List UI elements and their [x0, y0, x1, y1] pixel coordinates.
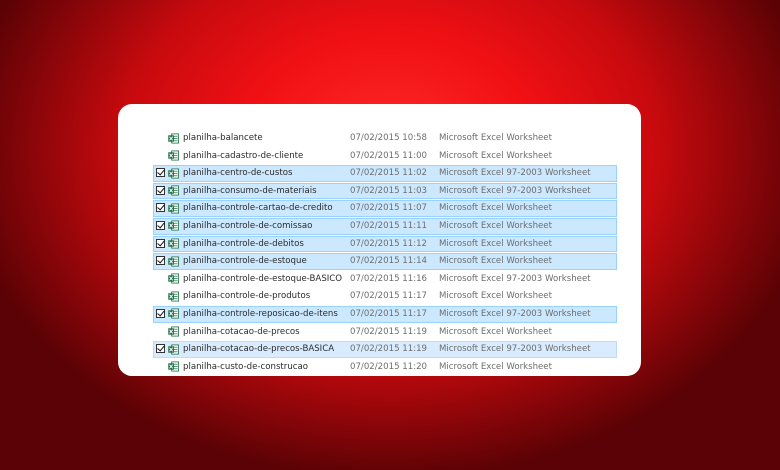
row-checkbox[interactable] — [156, 168, 165, 178]
file-row[interactable]: planilha-controle-de-debitos 07/02/2015 1… — [153, 235, 617, 253]
file-type: Microsoft Excel 97-2003 Worksheet — [439, 308, 591, 319]
file-date-modified: 07/02/2015 11:19 — [350, 344, 428, 355]
file-row[interactable]: planilha-controle-de-comissao 07/02/2015 … — [153, 217, 617, 235]
file-row[interactable]: planilha-controle-de-produtos 07/02/2015 … — [153, 288, 617, 305]
row-checkbox[interactable] — [156, 256, 165, 266]
row-checkbox[interactable] — [156, 185, 165, 195]
excel-file-icon — [168, 168, 179, 179]
file-date-modified: 07/02/2015 11:03 — [350, 185, 428, 196]
file-type: Microsoft Excel Worksheet — [439, 133, 552, 143]
file-row[interactable]: planilha-custo-de-construcao 07/02/2015 1… — [153, 359, 617, 376]
file-date-modified: 07/02/2015 11:11 — [350, 220, 428, 231]
file-name: planilha-balancete — [183, 133, 263, 143]
file-type: Microsoft Excel Worksheet — [439, 220, 552, 231]
excel-file-icon — [168, 185, 179, 196]
file-type: Microsoft Excel 97-2003 Worksheet — [439, 185, 591, 196]
file-date-modified: 07/02/2015 11:17 — [350, 291, 428, 302]
file-name: planilha-controle-de-estoque — [183, 256, 307, 267]
file-date-modified: 07/02/2015 11:00 — [350, 150, 428, 161]
excel-file-icon — [168, 220, 179, 231]
file-row[interactable]: planilha-centro-de-custos 07/02/2015 11:0… — [153, 165, 617, 182]
file-date-modified: 07/02/2015 11:07 — [350, 203, 428, 214]
file-date-modified: 07/02/2015 11:02 — [350, 168, 428, 179]
row-checkbox[interactable] — [156, 238, 165, 248]
file-row[interactable]: planilha-controle-cartao-de-credito 07/02… — [153, 200, 617, 217]
file-row[interactable]: planilha-controle-reposicao-de-itens 07/0… — [153, 305, 617, 323]
file-type: Microsoft Excel Worksheet — [439, 203, 552, 214]
excel-file-icon — [168, 273, 179, 284]
file-type: Microsoft Excel Worksheet — [439, 291, 552, 302]
file-type: Microsoft Excel Worksheet — [439, 361, 552, 372]
excel-file-icon — [168, 256, 179, 267]
file-row[interactable]: planilha-cotacao-de-precos 07/02/2015 11:… — [153, 324, 617, 341]
excel-file-icon — [168, 203, 179, 214]
file-date-modified: 07/02/2015 11:14 — [350, 256, 428, 267]
row-checkbox[interactable] — [156, 308, 165, 318]
file-name: planilha-centro-de-custos — [183, 168, 293, 179]
file-row[interactable]: planilha-consumo-de-materiais 07/02/2015 … — [153, 182, 617, 200]
file-type: Microsoft Excel 97-2003 Worksheet — [439, 168, 591, 179]
file-row[interactable]: planilha-cotacao-de-precos-BASICA 07/02/2… — [153, 341, 617, 358]
excel-file-icon — [168, 133, 179, 144]
excel-file-icon — [168, 344, 179, 355]
excel-file-icon — [168, 150, 179, 161]
file-name: planilha-controle-de-comissao — [183, 220, 313, 231]
file-date-modified: 07/02/2015 11:17 — [350, 308, 428, 319]
excel-file-icon — [168, 308, 179, 319]
file-date-modified: 07/02/2015 11:12 — [350, 238, 428, 249]
file-date-modified: 07/02/2015 10:58 — [350, 133, 428, 143]
file-name: planilha-cotacao-de-precos-BASICA — [183, 344, 335, 355]
file-type: Microsoft Excel 97-2003 Worksheet — [439, 344, 591, 355]
excel-file-icon — [168, 361, 179, 372]
file-name: planilha-cotacao-de-precos — [183, 326, 300, 337]
file-type: Microsoft Excel Worksheet — [439, 238, 552, 249]
file-name: planilha-cadastro-de-cliente — [183, 150, 304, 161]
file-type: Microsoft Excel Worksheet — [439, 256, 552, 267]
file-date-modified: 07/02/2015 11:16 — [350, 273, 428, 284]
file-name: planilha-controle-de-estoque-BASICO — [183, 273, 343, 284]
file-row[interactable]: planilha-controle-de-estoque-BASICO 07/02… — [153, 271, 617, 288]
excel-file-icon — [168, 326, 179, 337]
file-date-modified: 07/02/2015 11:19 — [350, 326, 428, 337]
file-name: planilha-controle-cartao-de-credito — [183, 203, 333, 214]
file-name: planilha-controle-de-debitos — [183, 238, 304, 249]
row-checkbox[interactable] — [156, 203, 165, 213]
row-checkbox[interactable] — [156, 220, 165, 230]
excel-file-icon — [168, 238, 179, 249]
file-name: planilha-consumo-de-materiais — [183, 185, 317, 196]
excel-file-icon — [168, 291, 179, 302]
file-name: planilha-custo-de-construcao — [183, 361, 309, 372]
file-name: planilha-controle-reposicao-de-itens — [183, 308, 338, 319]
file-row[interactable]: planilha-cadastro-de-cliente 07/02/2015 1… — [153, 148, 617, 165]
file-type: Microsoft Excel Worksheet — [439, 150, 552, 161]
file-date-modified: 07/02/2015 11:20 — [350, 361, 428, 372]
file-list[interactable]: planilha-balancete 07/02/2015 10:58 Micros… — [153, 130, 617, 376]
file-name: planilha-controle-de-produtos — [183, 291, 311, 302]
file-row[interactable]: planilha-controle-de-estoque 07/02/2015 1… — [153, 253, 617, 270]
file-row[interactable]: planilha-balancete 07/02/2015 10:58 Micros… — [153, 130, 617, 147]
file-list-panel: planilha-balancete 07/02/2015 10:58 Micros… — [118, 104, 641, 376]
row-checkbox[interactable] — [156, 344, 165, 354]
file-type: Microsoft Excel 97-2003 Worksheet — [439, 273, 591, 284]
file-type: Microsoft Excel Worksheet — [439, 326, 552, 337]
